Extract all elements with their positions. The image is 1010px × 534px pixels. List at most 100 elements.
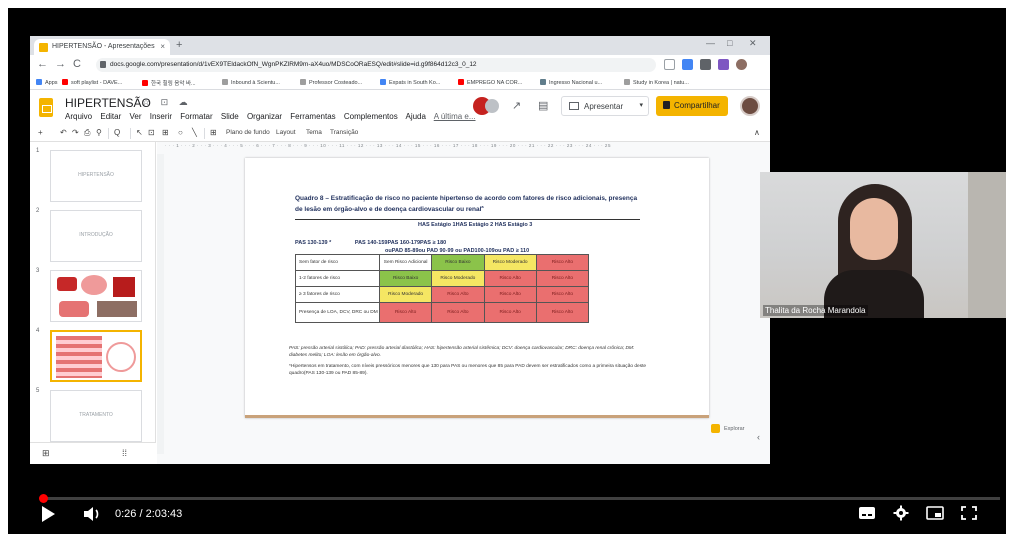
text-box-icon[interactable]: ⊡ xyxy=(148,128,155,137)
list-view-icon[interactable]: ⁞⁞ xyxy=(122,448,127,458)
slide-thumbnail-2[interactable]: INTRODUÇÃO xyxy=(50,210,142,262)
menu-arquivo[interactable]: Arquivo xyxy=(65,112,92,121)
bookmark-item[interactable]: EMPREGO NA COR... xyxy=(458,79,522,86)
undo-icon[interactable]: ↶ xyxy=(60,128,67,137)
title-actions-icons[interactable]: ☆ ⊡ ☁ xyxy=(142,97,192,108)
settings-gear-icon[interactable] xyxy=(892,505,910,521)
playlist-icon[interactable] xyxy=(718,59,729,70)
lock-icon xyxy=(663,101,670,109)
minimize-icon[interactable]: — xyxy=(706,38,715,48)
star-icon[interactable] xyxy=(664,59,675,70)
bookmark-item[interactable]: Professor Costeado... xyxy=(300,79,362,86)
slide-thumbnail-3[interactable] xyxy=(50,270,142,322)
bookmark-item[interactable]: Inbound à Scientu... xyxy=(222,79,280,86)
slides-favicon-icon xyxy=(39,43,48,52)
video-progress-bar[interactable] xyxy=(39,494,1000,503)
slide-thumbnail-4-selected[interactable] xyxy=(50,330,142,382)
miniplayer-icon[interactable] xyxy=(926,505,944,521)
redo-icon[interactable]: ↷ xyxy=(72,128,79,137)
menu-inserir[interactable]: Inserir xyxy=(150,112,172,121)
menu-slide[interactable]: Slide xyxy=(221,112,239,121)
account-avatar[interactable] xyxy=(740,96,760,116)
side-panel-toggle-icon[interactable]: ‹ xyxy=(757,432,760,442)
new-slide-icon[interactable]: + xyxy=(38,128,43,137)
profile-icon[interactable] xyxy=(736,59,747,70)
explore-button[interactable]: Explorar xyxy=(708,422,762,436)
extension-icon[interactable] xyxy=(682,59,693,70)
menu-ver[interactable]: Ver xyxy=(130,112,142,121)
slide-thumbnail-1[interactable]: HIPERTENSÃO xyxy=(50,150,142,202)
menu-ferramentas[interactable]: Ferramentas xyxy=(290,112,335,121)
present-label: Apresentar xyxy=(584,102,624,111)
transition-button[interactable]: Transição xyxy=(330,129,358,136)
risk-table[interactable]: Sem fator de risco Sem Risco Adicional Ris… xyxy=(295,254,590,323)
collaborator-avatar-2[interactable] xyxy=(485,99,499,113)
comments-icon[interactable]: ▤ xyxy=(538,99,548,112)
address-bar-row: ← → C docs.google.com/presentation/d/1vE… xyxy=(30,55,770,75)
url-field[interactable]: docs.google.com/presentation/d/1vEX9TEld… xyxy=(96,58,656,72)
bookmark-item[interactable]: Expats in South Ko... xyxy=(380,79,440,86)
thumb-image xyxy=(106,342,136,372)
activity-trend-icon[interactable]: ↗ xyxy=(512,99,521,112)
vertical-ruler xyxy=(157,154,164,454)
back-arrow-icon[interactable]: ← xyxy=(37,58,48,70)
shape-icon[interactable]: ○ xyxy=(178,128,183,137)
select-cursor-icon[interactable]: ↖ xyxy=(136,128,143,137)
line-icon[interactable]: ╲ xyxy=(192,128,197,137)
menu-organizar[interactable]: Organizar xyxy=(247,112,282,121)
tab-close-icon[interactable]: × xyxy=(160,42,165,51)
subtitles-icon[interactable] xyxy=(858,505,876,521)
volume-icon[interactable] xyxy=(83,506,101,522)
risk-cell: Risco Moderado xyxy=(483,254,537,271)
risk-cell: Risco Alto xyxy=(483,286,537,303)
play-icon[interactable] xyxy=(42,506,55,522)
slide-thumbnail-5[interactable]: TRATAMENTO xyxy=(50,390,142,442)
paint-format-icon[interactable]: ⚲ xyxy=(96,128,102,137)
url-text: docs.google.com/presentation/d/1vEX9TEld… xyxy=(110,61,477,68)
background-button[interactable]: Plano de fundo xyxy=(226,129,270,136)
menu-formatar[interactable]: Formatar xyxy=(180,112,212,121)
maximize-icon[interactable]: □ xyxy=(727,38,732,48)
menu-editar[interactable]: Editar xyxy=(100,112,121,121)
grid-view-icon[interactable]: ⊞ xyxy=(42,448,50,459)
theme-button[interactable]: Tema xyxy=(306,129,322,136)
forward-arrow-icon[interactable]: → xyxy=(55,58,66,70)
share-button[interactable]: Compartilhar xyxy=(656,96,728,116)
bookmark-item[interactable]: Ingresso Nacional u... xyxy=(540,79,602,86)
risk-table-row: Presença de LOA, DCV, DRC ou DM Risco Alt… xyxy=(295,302,590,323)
new-tab-button[interactable]: + xyxy=(176,39,182,51)
bookmark-item[interactable]: soft playlist - DAVE... xyxy=(62,79,122,86)
slides-logo-icon[interactable] xyxy=(39,98,53,117)
slide-table-title[interactable]: Quadro 8 – Estratificação de risco no pa… xyxy=(295,195,645,214)
risk-cell: Risco Alto xyxy=(535,270,590,287)
menu-ajuda[interactable]: Ajuda xyxy=(405,112,425,121)
collapse-menu-icon[interactable]: ∧ xyxy=(754,128,760,137)
fullscreen-icon[interactable] xyxy=(960,505,978,521)
last-edit-link[interactable]: A última e... xyxy=(434,112,476,121)
comment-icon[interactable]: ⊞ xyxy=(210,128,217,137)
video-player[interactable]: HIPERTENSÃO - Apresentações × + — □ ✕ ← … xyxy=(8,8,1006,534)
layout-button[interactable]: Layout xyxy=(276,129,296,136)
present-button[interactable]: Apresentar ▾ xyxy=(561,96,649,116)
print-icon[interactable]: ⎙ xyxy=(84,128,90,138)
bookmark-apps[interactable]: Apps xyxy=(36,79,58,86)
menu-complementos[interactable]: Complementos xyxy=(344,112,398,121)
reload-icon[interactable]: C xyxy=(73,58,81,70)
slide-canvas[interactable]: Quadro 8 – Estratificação de risco no pa… xyxy=(245,158,709,418)
window-close-icon[interactable]: ✕ xyxy=(749,38,757,49)
image-icon[interactable]: ⊞ xyxy=(162,128,169,137)
puzzle-icon[interactable] xyxy=(700,59,711,70)
slides-header: HIPERTENSÃO ☆ ⊡ ☁ Arquivo Editar Ver Ins… xyxy=(30,91,770,125)
browser-tab[interactable]: HIPERTENSÃO - Apresentações × xyxy=(34,39,170,55)
thumb-number: 5 xyxy=(36,388,40,394)
document-title[interactable]: HIPERTENSÃO xyxy=(65,96,151,110)
thumb-number: 3 xyxy=(36,268,40,274)
background-door xyxy=(968,172,1006,318)
lock-icon xyxy=(100,61,106,68)
chevron-down-icon[interactable]: ▾ xyxy=(639,101,643,109)
bookmark-item[interactable]: Study in Korea | natu... xyxy=(624,79,689,86)
bookmark-item[interactable]: 한국 힐링 음악 바... xyxy=(142,79,196,87)
tab-title: HIPERTENSÃO - Apresentações xyxy=(52,43,155,50)
zoom-icon[interactable]: Q xyxy=(114,128,120,137)
scrubber-handle[interactable] xyxy=(39,494,49,503)
